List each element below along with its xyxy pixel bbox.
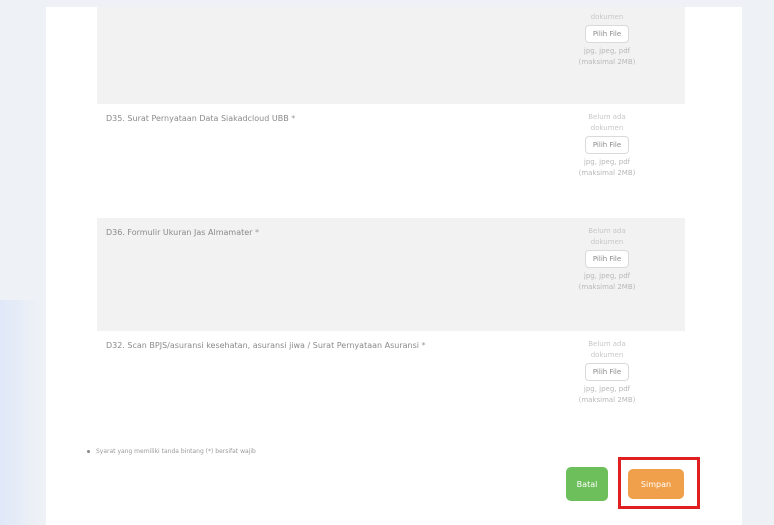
document-row-d35: D35. Surat Pernyataan Data Siakadcloud U… (97, 104, 685, 218)
file-format-hint: jpg, jpeg, pdf (maksimal 2MB) (578, 385, 636, 404)
file-format-hint: jpg, jpeg, pdf (maksimal 2MB) (578, 158, 636, 177)
upload-column: Belum ada dokumen Pilih File jpg, jpeg, … (572, 339, 642, 406)
background-right (742, 0, 774, 525)
highlight-box (618, 457, 700, 509)
upload-column: dokumen Pilih File jpg, jpeg, pdf (maksi… (572, 12, 642, 68)
file-format-hint: jpg, jpeg, pdf (maksimal 2MB) (578, 47, 636, 66)
file-format-hint: jpg, jpeg, pdf (maksimal 2MB) (578, 272, 636, 291)
choose-file-button[interactable]: Pilih File (585, 136, 629, 154)
upload-status: Belum ada dokumen (588, 113, 626, 132)
upload-status: Belum ada dokumen (588, 340, 626, 359)
choose-file-button[interactable]: Pilih File (585, 250, 629, 268)
document-row-d36: D36. Formulir Ukuran Jas Almamater * Bel… (97, 218, 685, 331)
upload-status: Belum ada dokumen (588, 227, 626, 246)
document-list: dokumen Pilih File jpg, jpeg, pdf (maksi… (97, 7, 685, 441)
cancel-button[interactable]: Batal (566, 467, 608, 501)
required-note: Syarat yang memiliki tanda bintang (*) b… (87, 448, 256, 455)
bullet-icon (87, 450, 90, 453)
upload-column: Belum ada dokumen Pilih File jpg, jpeg, … (572, 112, 642, 179)
required-marker: * (419, 341, 426, 350)
document-label: D36. Formulir Ukuran Jas Almamater * (106, 227, 486, 239)
document-label: D35. Surat Pernyataan Data Siakadcloud U… (106, 113, 486, 125)
document-label-text: D32. Scan BPJS/asuransi kesehatan, asura… (106, 341, 419, 350)
document-row-d32: D32. Scan BPJS/asuransi kesehatan, asura… (97, 331, 685, 441)
document-label-text: D36. Formulir Ukuran Jas Almamater (106, 228, 253, 237)
document-label-text: D35. Surat Pernyataan Data Siakadcloud U… (106, 114, 289, 123)
choose-file-button[interactable]: Pilih File (585, 25, 629, 43)
choose-file-button[interactable]: Pilih File (585, 363, 629, 381)
required-marker: * (288, 114, 296, 123)
document-upload-card: dokumen Pilih File jpg, jpeg, pdf (maksi… (46, 7, 742, 525)
upload-column: Belum ada dokumen Pilih File jpg, jpeg, … (572, 226, 642, 293)
required-marker: * (252, 228, 259, 237)
upload-status: dokumen (590, 13, 624, 21)
document-row-partial: dokumen Pilih File jpg, jpeg, pdf (maksi… (97, 7, 685, 104)
document-label: D32. Scan BPJS/asuransi kesehatan, asura… (106, 340, 486, 352)
required-note-text: Syarat yang memiliki tanda bintang (*) b… (96, 448, 256, 455)
background-glow (0, 300, 40, 525)
